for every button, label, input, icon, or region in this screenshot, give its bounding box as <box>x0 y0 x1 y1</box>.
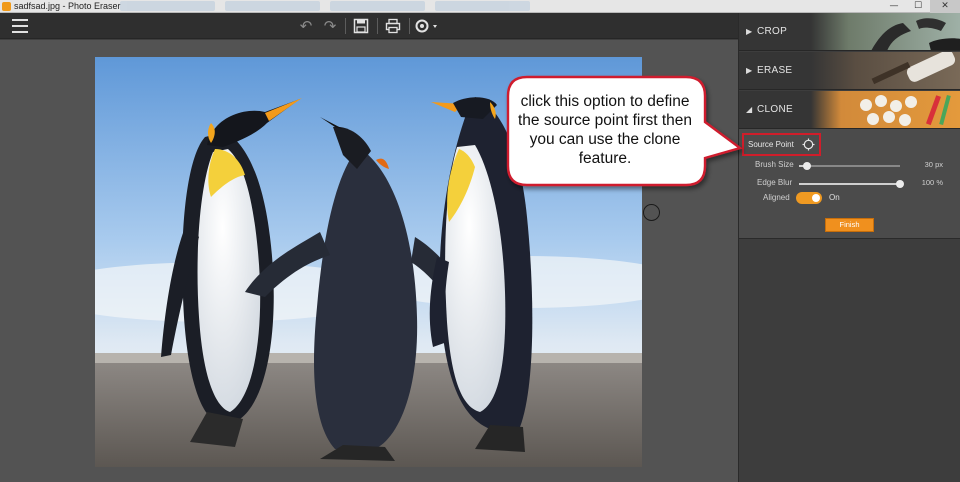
section-label-clone: CLONE <box>757 104 793 115</box>
section-label-erase: ERASE <box>757 65 793 76</box>
crop-thumbnail <box>811 13 960 50</box>
finish-button[interactable]: Finish <box>825 218 874 232</box>
edge-blur-value: 100 % <box>921 178 943 187</box>
toolbar-divider <box>377 18 378 34</box>
photo-eraser-window: sadfsad.jpg - Photo Eraser — ☐ ✕ ↶ ↷ ▶ C… <box>0 0 960 482</box>
brush-size-label: Brush Size <box>755 160 794 169</box>
section-crop[interactable]: ▶ CROP <box>739 13 960 51</box>
save-icon[interactable] <box>351 16 371 36</box>
photo-penguins[interactable] <box>95 57 642 467</box>
toolbar-divider <box>409 18 410 34</box>
close-button[interactable]: ✕ <box>930 0 960 13</box>
background-tab <box>120 1 215 11</box>
canvas-area[interactable] <box>0 40 738 482</box>
collapse-arrow-icon: ◢ <box>746 105 753 114</box>
tools-panel: ▶ CROP ▶ ERASE ◢ CLONE Source Point Brus… <box>738 13 960 482</box>
brush-size-knob[interactable] <box>803 162 812 170</box>
section-clone[interactable]: ◢ CLONE <box>739 91 960 129</box>
source-point-label: Source Point <box>748 140 794 149</box>
menu-icon[interactable] <box>12 19 28 33</box>
background-taskbar <box>120 1 530 11</box>
edge-blur-label: Edge Blur <box>757 178 793 187</box>
erase-thumbnail <box>811 52 960 89</box>
print-icon[interactable] <box>383 16 403 36</box>
source-point-button[interactable]: Source Point <box>742 133 821 156</box>
toolbar: ↶ ↷ <box>0 13 738 39</box>
crosshair-icon <box>802 138 815 151</box>
settings-icon[interactable] <box>414 16 440 36</box>
brush-size-slider[interactable] <box>799 162 900 170</box>
aligned-state: On <box>829 193 840 202</box>
background-tab <box>435 1 530 11</box>
app-icon <box>2 2 11 11</box>
aligned-label: Aligned <box>763 193 790 202</box>
minimize-button[interactable]: — <box>882 0 906 13</box>
background-tab <box>225 1 320 11</box>
redo-icon[interactable]: ↷ <box>320 16 340 36</box>
brush-size-value: 30 px <box>924 160 943 169</box>
maximize-button[interactable]: ☐ <box>906 0 930 13</box>
window-title: sadfsad.jpg - Photo Eraser <box>14 1 121 11</box>
expand-arrow-icon: ▶ <box>746 27 753 36</box>
edge-blur-fill <box>799 183 900 185</box>
edge-blur-slider[interactable] <box>799 180 904 188</box>
background-tab <box>330 1 425 11</box>
undo-icon[interactable]: ↶ <box>296 16 316 36</box>
window-controls: — ☐ ✕ <box>882 0 960 13</box>
clone-options: Source Point Brush Size 30 px Edge Blur <box>739 129 960 239</box>
title-bar: sadfsad.jpg - Photo Eraser — ☐ ✕ <box>0 0 960 13</box>
section-label-crop: CROP <box>757 26 788 37</box>
clone-thumbnail <box>811 91 960 128</box>
brush-cursor <box>643 204 660 221</box>
toggle-knob <box>812 194 820 202</box>
section-erase[interactable]: ▶ ERASE <box>739 52 960 90</box>
aligned-toggle[interactable] <box>796 192 822 204</box>
toolbar-divider <box>345 18 346 34</box>
expand-arrow-icon: ▶ <box>746 66 753 75</box>
